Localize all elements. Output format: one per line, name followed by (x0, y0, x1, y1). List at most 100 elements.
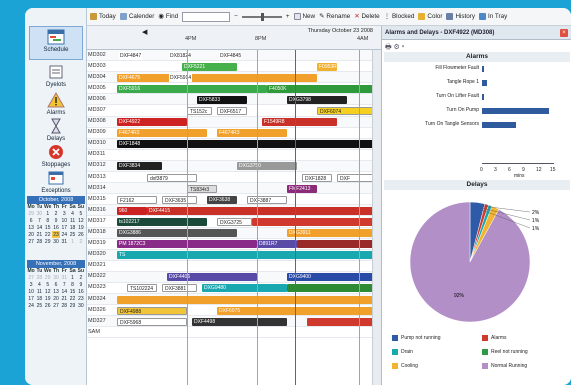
calendar-day[interactable]: 16 (52, 224, 60, 231)
dyelot-label[interactable]: DX81824 (169, 51, 192, 60)
gantt-row[interactable]: MD318 DXG3886 DXG3911 (87, 227, 381, 239)
calendar-day[interactable]: 24 (27, 302, 35, 309)
calendar-day[interactable]: 28 (35, 238, 43, 245)
calendar-day[interactable]: 31 (60, 274, 68, 281)
dyelot-bar[interactable]: DXG3725 (217, 217, 252, 226)
calendar-day[interactable]: 13 (27, 224, 35, 231)
close-icon[interactable]: × (560, 29, 568, 37)
gantt-row[interactable]: MD320 TS (87, 249, 381, 261)
calendar-day[interactable]: 4 (68, 210, 76, 217)
calendar-day[interactable]: 5 (44, 281, 52, 288)
dyelot-bar[interactable]: DXG9480 (202, 284, 287, 293)
calendar-day[interactable]: 15 (68, 288, 76, 295)
gantt-row[interactable]: MD321 (87, 261, 381, 272)
dyelot-bar[interactable]: dxf3879 (147, 173, 197, 182)
calendar-day[interactable]: 16 (77, 288, 85, 295)
calendar-day[interactable]: 10 (60, 217, 68, 224)
calendar-day[interactable]: 20 (27, 231, 35, 238)
calendar-day[interactable]: 8 (44, 217, 52, 224)
calendar-day[interactable]: 26 (44, 302, 52, 309)
calendar-day[interactable]: 19 (77, 224, 85, 231)
dyelot-bar[interactable]: DXF5833 (197, 95, 247, 104)
gantt-row[interactable]: MD312 DXF3834 DXG3750 (87, 160, 381, 173)
dyelot-bar[interactable]: DXF1848 (117, 140, 377, 149)
calendar-day[interactable]: 22 (44, 231, 52, 238)
scroll-left-icon[interactable]: ◀ (142, 28, 147, 36)
today-button[interactable]: Today (90, 13, 116, 20)
gantt-scrollbar[interactable] (372, 50, 381, 385)
calendar-day[interactable]: 26 (77, 231, 85, 238)
new-button[interactable]: New (293, 13, 315, 20)
dyelot-bar[interactable]: DXF3881 (162, 284, 197, 293)
calendar-day[interactable]: 1 (68, 238, 76, 245)
nav-delays[interactable]: Delays (29, 118, 83, 144)
calendar-day[interactable]: 2 (77, 274, 85, 281)
calendar-day[interactable]: 18 (35, 295, 43, 302)
dyelot-bar[interactable]: DXG3886 (117, 229, 237, 237)
calendar-day[interactable]: 27 (27, 274, 35, 281)
dyelot-bar[interactable]: 960 (117, 206, 147, 215)
dyelot-bar[interactable]: DXG3798 (287, 95, 347, 104)
find-input[interactable] (182, 11, 231, 22)
dyelot-bar[interactable]: FMF2413 (287, 184, 317, 193)
calendar-day[interactable]: 30 (52, 274, 60, 281)
dyelot-bar[interactable]: DXG9400 (287, 273, 377, 282)
dyelot-bar[interactable]: DXF6517 (217, 106, 247, 115)
dyelot-bar[interactable]: TS834r3 (187, 184, 217, 193)
dyelot-bar[interactable]: TS102224 (127, 284, 157, 293)
calendar-day[interactable]: 6 (27, 217, 35, 224)
dyelot-label[interactable]: DXF4845 (219, 51, 243, 60)
schedule-gantt[interactable]: ◀ 4PM 8PM 4AM Thursday October 23 2008 M… (87, 26, 381, 385)
gantt-row[interactable]: MD327 DXF5968 DXF4498 (87, 316, 381, 328)
calendar-day[interactable]: 11 (68, 217, 76, 224)
dyelot-bar[interactable]: F4674R3 (217, 129, 287, 138)
dyelot-bar[interactable] (117, 295, 377, 304)
color-button[interactable]: Color (418, 13, 442, 20)
calendar-day[interactable]: 1 (68, 274, 76, 281)
calendar-day[interactable]: 20 (52, 295, 60, 302)
blocked-button[interactable]: ⋮ Blocked (384, 13, 415, 20)
gantt-row[interactable]: MD308 DXF4922 F1549R8 (87, 116, 381, 128)
calendar-day[interactable]: 14 (60, 288, 68, 295)
dyelot-bar[interactable]: DXF3638 (207, 195, 237, 204)
dyelot-bar[interactable]: ts102217 (117, 217, 207, 226)
calendar-day[interactable]: 18 (68, 224, 76, 231)
calendar-day[interactable]: 19 (44, 295, 52, 302)
nav-schedule[interactable]: Schedule (29, 26, 83, 60)
gantt-row[interactable]: MD306 DXF5833 DXG3798 (87, 94, 381, 106)
dyelot-bar[interactable]: DXF1828 (302, 173, 332, 182)
gantt-row[interactable]: MD322 DXF4406 DXG9400 (87, 271, 381, 283)
calendar-day[interactable]: 17 (60, 224, 68, 231)
gantt-row[interactable]: MD311 (87, 150, 381, 161)
calendar-day[interactable]: 12 (44, 288, 52, 295)
dyelot-bar[interactable]: DXF5221 (182, 62, 237, 71)
gantt-row[interactable]: MD324 (87, 294, 381, 306)
calendar-day[interactable]: 13 (52, 288, 60, 295)
calendar-day[interactable]: 6 (52, 281, 60, 288)
gantt-row[interactable]: MD326 DXF4988 DXF6075 (87, 305, 381, 317)
calendar-day[interactable]: 2 (52, 210, 60, 217)
dyelot-bar[interactable]: DXF4988 (117, 306, 187, 315)
dyelot-bar[interactable]: DXG3911 (287, 229, 377, 237)
dyelot-bar[interactable]: F0953R (317, 62, 337, 71)
dyelot-bar[interactable]: F4674R2 (117, 129, 207, 138)
gantt-row[interactable]: MD316 960 DXF4415 (87, 205, 381, 217)
calendar-day[interactable]: 23 (77, 295, 85, 302)
calendar-october[interactable]: October, 2008 Mo Tu We Th Fr Sa Su 29 30 1 2 3 4 5 6 7… (27, 196, 85, 245)
dyelot-bar[interactable]: DXF5968 (117, 317, 187, 326)
dyelot-bar[interactable]: TS152c (187, 106, 212, 115)
dyelot-bar[interactable]: DXF (337, 173, 377, 182)
calendar-day[interactable]: 14 (35, 224, 43, 231)
dyelot-bar[interactable] (297, 240, 377, 249)
nav-stoppages[interactable]: Stoppages (29, 144, 83, 170)
calendar-day[interactable]: 2 (77, 238, 85, 245)
gantt-row[interactable]: MD304 DXF4675 DXF5914 (87, 72, 381, 84)
calendar-day[interactable]: 7 (60, 281, 68, 288)
gantt-row[interactable]: MD323 TS102224 DXF3881 DXG9480 (87, 283, 381, 295)
dyelot-bar[interactable]: DXF4406 (167, 273, 257, 282)
dyelot-bar[interactable]: DXF6074 (317, 106, 377, 115)
dyelot-bar[interactable] (307, 317, 377, 326)
nav-exceptions[interactable]: Exceptions (29, 170, 83, 194)
gantt-row[interactable]: MD302 DXF4847 DX81824 DXF4845 (87, 50, 381, 62)
calendar-day[interactable]: 8 (68, 281, 76, 288)
